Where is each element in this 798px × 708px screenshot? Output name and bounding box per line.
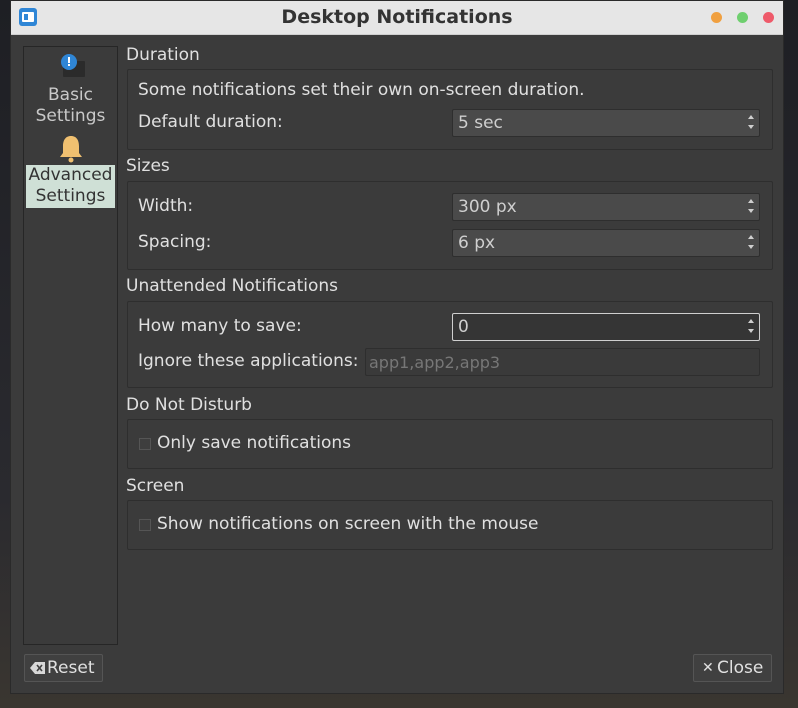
mouse-screen-checkbox[interactable]	[139, 519, 151, 531]
default-duration-value: 5 sec	[458, 113, 503, 133]
spacing-value: 6 px	[458, 233, 496, 253]
sidebar-item-label: Basic Settings	[26, 85, 115, 128]
ignore-apps-field[interactable]	[365, 348, 760, 376]
width-label: Width:	[138, 196, 194, 216]
reset-button-label: Reset	[47, 658, 95, 678]
spacing-label: Spacing:	[138, 232, 212, 252]
screen-section-title: Screen	[126, 476, 185, 496]
close-button[interactable]: ✕ Close	[693, 654, 772, 682]
sidebar-item-label-line1: Advanced	[28, 165, 113, 185]
minimize-button[interactable]	[711, 12, 722, 23]
spacing-spinbox[interactable]: 6 px	[452, 229, 760, 257]
width-spinbox[interactable]: 300 px	[452, 193, 760, 221]
only-save-checkbox[interactable]	[139, 438, 151, 450]
window-title: Desktop Notifications	[281, 6, 513, 28]
sidebar-item-label-line1: Basic	[47, 85, 93, 105]
spin-arrows-icon[interactable]	[745, 196, 757, 218]
dnd-section-title: Do Not Disturb	[126, 395, 252, 415]
unattended-section-title: Unattended Notifications	[126, 276, 339, 296]
sizes-section-title: Sizes	[126, 156, 170, 176]
save-count-spinbox[interactable]: 0	[452, 313, 760, 341]
duration-section-title: Duration	[126, 45, 200, 65]
bell-icon	[60, 136, 82, 163]
width-value: 300 px	[458, 197, 517, 217]
clear-left-icon	[30, 662, 45, 674]
ignore-apps-input[interactable]	[366, 349, 759, 375]
title-bar[interactable]: Desktop Notifications	[11, 1, 783, 35]
only-save-label[interactable]: Only save notifications	[157, 433, 351, 453]
mouse-screen-label[interactable]: Show notifications on screen with the mo…	[157, 514, 538, 534]
sidebar-item-label: Advanced Settings	[26, 165, 115, 208]
reset-button[interactable]: Reset	[24, 654, 103, 682]
settings-sidebar: Basic Settings Advanced Settings	[23, 46, 118, 645]
notifications-window: Desktop Notifications Basic Settings Adv…	[10, 0, 784, 694]
sidebar-item-label-line2: Settings	[35, 186, 106, 206]
info-badge-icon	[61, 54, 85, 77]
sidebar-item-basic-settings[interactable]: Basic Settings	[26, 51, 115, 127]
spin-arrows-icon[interactable]	[745, 112, 757, 134]
ignore-apps-label: Ignore these applications:	[138, 351, 359, 371]
spin-arrows-icon[interactable]	[745, 316, 757, 338]
close-button-label: Close	[717, 658, 764, 678]
maximize-button[interactable]	[737, 12, 748, 23]
sidebar-item-advanced-settings[interactable]: Advanced Settings	[26, 133, 115, 209]
sidebar-item-label-line2: Settings	[35, 106, 106, 126]
close-window-button[interactable]	[763, 12, 774, 23]
spin-arrows-icon[interactable]	[745, 232, 757, 254]
save-count-value: 0	[458, 317, 469, 337]
default-duration-label: Default duration:	[138, 112, 283, 132]
default-duration-spinbox[interactable]: 5 sec	[452, 109, 760, 137]
duration-note: Some notifications set their own on-scre…	[138, 80, 585, 100]
close-icon: ✕	[702, 660, 714, 676]
save-count-label: How many to save:	[138, 316, 302, 336]
